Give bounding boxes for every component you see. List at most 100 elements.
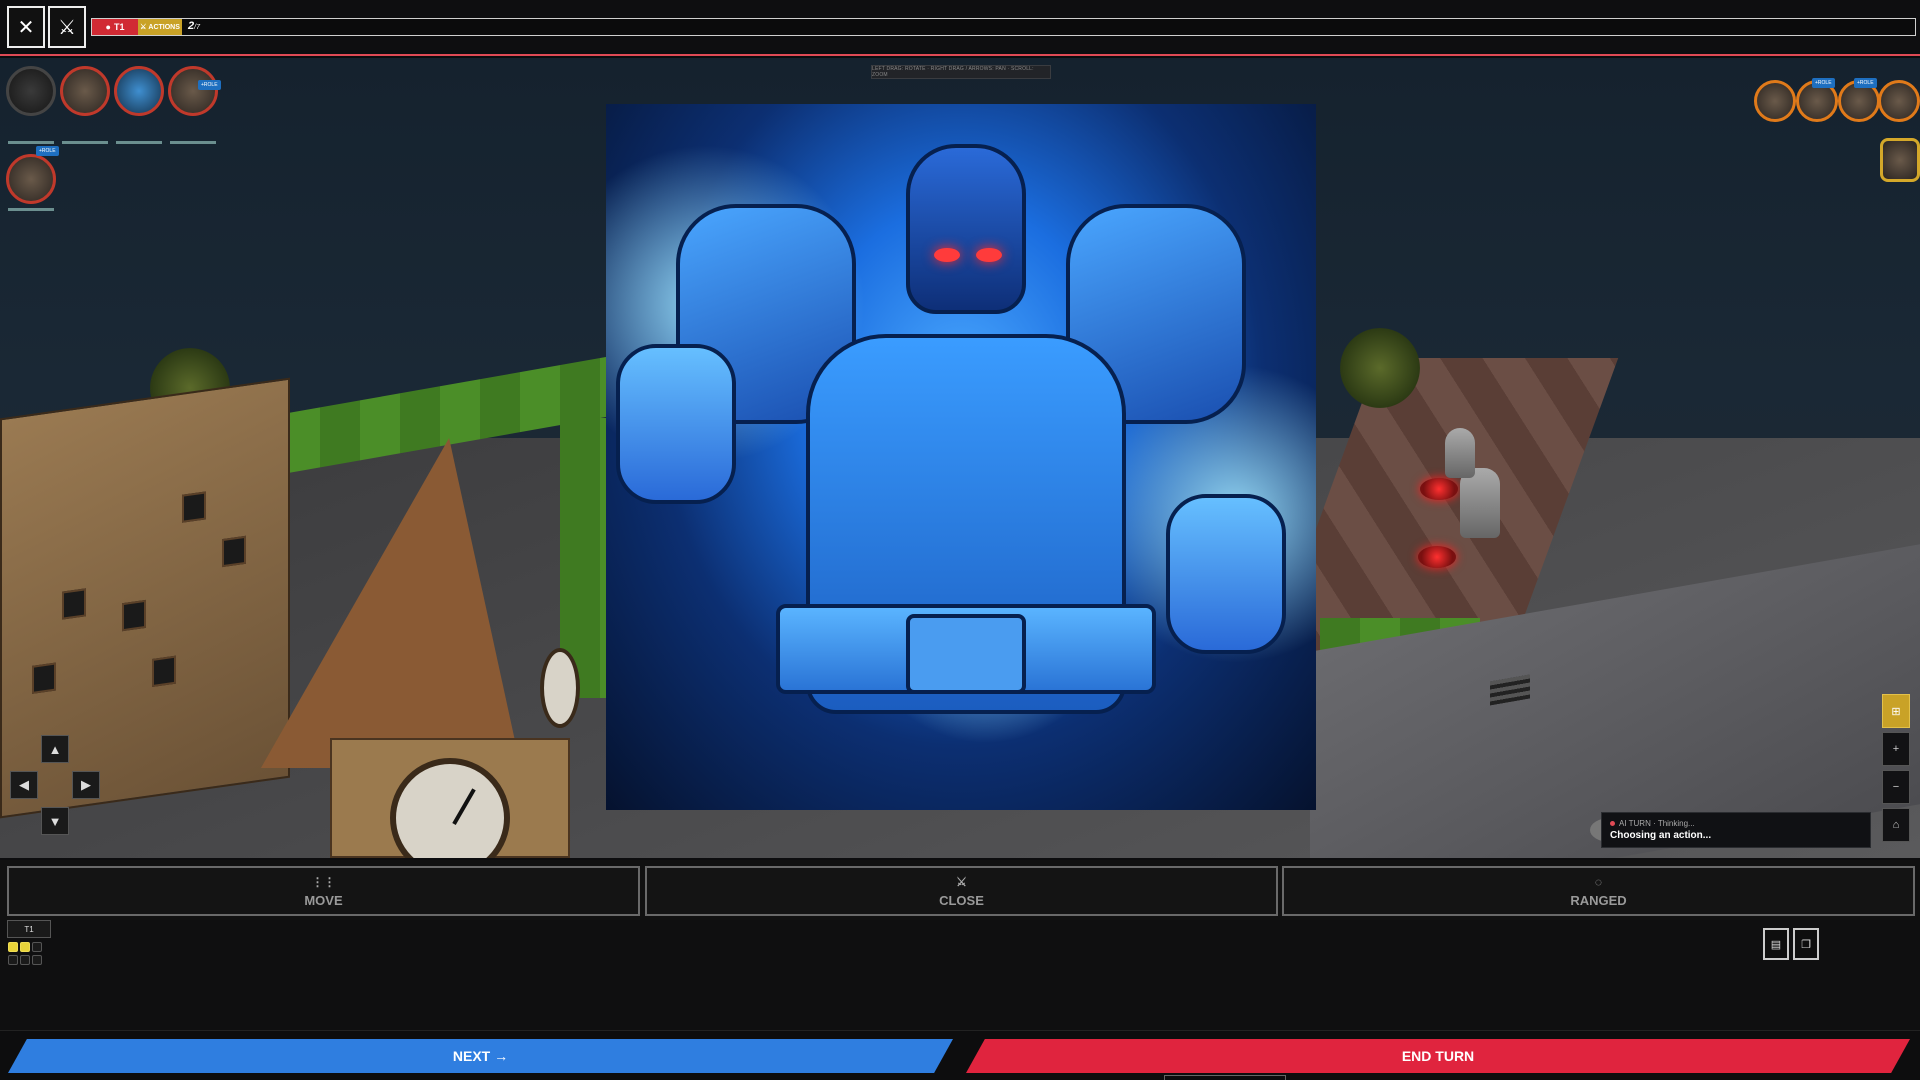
token-health-bar bbox=[62, 141, 108, 144]
turn-info-panel: T1 ▤ ❐ bbox=[0, 920, 1920, 1030]
mech-eye bbox=[976, 248, 1002, 262]
arrow-left-icon: ◀ bbox=[19, 777, 29, 792]
ranged-attack-button[interactable]: ◌ RANGED bbox=[1282, 866, 1915, 916]
mech-head bbox=[906, 144, 1026, 314]
close-button[interactable]: ✕ bbox=[7, 6, 45, 48]
round-total: /7 bbox=[194, 24, 200, 31]
arrow-down-icon: ▼ bbox=[48, 813, 62, 829]
log-button[interactable]: ▤ bbox=[1763, 928, 1789, 960]
end-turn-button[interactable]: END TURN bbox=[966, 1039, 1910, 1073]
close-icon: ✕ bbox=[17, 16, 35, 39]
actions-label: ACTIONS bbox=[148, 23, 180, 31]
turn-status-bar: ● T1 ⚔ ACTIONS 2/7 bbox=[91, 18, 1916, 36]
mech-fist-right bbox=[1166, 494, 1286, 654]
ai-turn-panel: AI TURN · Thinking... Choosing an action… bbox=[1601, 812, 1871, 848]
footer: NEXT → END TURN bbox=[0, 1030, 1920, 1080]
camera-hint: LEFT DRAG: ROTATE · RIGHT DRAG / ARROWS:… bbox=[871, 65, 1051, 79]
enemy-roster-token[interactable] bbox=[1754, 80, 1796, 122]
grid-icon: ⊞ bbox=[1891, 705, 1901, 718]
window bbox=[152, 655, 176, 688]
zoom-out-button[interactable]: − bbox=[1882, 770, 1910, 804]
minus-icon: − bbox=[1892, 781, 1900, 793]
pan-right-button[interactable]: ▶ bbox=[72, 771, 100, 799]
ai-status-line: AI TURN · Thinking... bbox=[1610, 819, 1862, 828]
enemy-marker[interactable] bbox=[1418, 546, 1456, 568]
action-pip bbox=[8, 955, 18, 965]
pan-up-button[interactable]: ▲ bbox=[41, 735, 69, 763]
window bbox=[122, 599, 146, 632]
game-board[interactable]: LEFT DRAG: ROTATE · RIGHT DRAG / ARROWS:… bbox=[0, 58, 1920, 858]
next-button[interactable]: NEXT → bbox=[8, 1039, 953, 1073]
top-bar: ✕ ⚔ ● T1 ⚔ ACTIONS 2/7 bbox=[0, 0, 1920, 56]
action-bar: ⋮⋮ MOVE ⚔ CLOSE ◌ RANGED bbox=[0, 860, 1920, 920]
token-tag: +ROLE bbox=[198, 80, 221, 90]
roster-token[interactable] bbox=[60, 66, 110, 116]
crosshair-icon: ◌ bbox=[1594, 874, 1603, 889]
zoom-in-button[interactable]: + bbox=[1882, 732, 1910, 766]
move-button[interactable]: ⋮⋮ MOVE bbox=[7, 866, 640, 916]
window bbox=[182, 491, 206, 523]
combat-mode-button[interactable]: ⚔ bbox=[48, 6, 86, 48]
close-label: CLOSE bbox=[939, 892, 984, 908]
home-icon: ⌂ bbox=[1892, 819, 1900, 831]
footer-tab[interactable] bbox=[1164, 1075, 1286, 1080]
token-tag: +ROLE bbox=[36, 146, 59, 156]
ranged-label: RANGED bbox=[1570, 892, 1627, 908]
swords-icon: ⚔ bbox=[58, 16, 76, 39]
roster-token[interactable] bbox=[6, 154, 56, 204]
team-label: T1 bbox=[113, 22, 125, 32]
ai-status-dot bbox=[1610, 821, 1615, 826]
token-health-bar bbox=[8, 208, 54, 211]
swords-icon: ⚔ bbox=[956, 874, 967, 889]
reset-view-button[interactable]: ⌂ bbox=[1882, 808, 1910, 842]
token-health-bar bbox=[116, 141, 162, 144]
tree bbox=[1340, 328, 1420, 408]
close-attack-button[interactable]: ⚔ CLOSE bbox=[645, 866, 1278, 916]
action-pip bbox=[20, 955, 30, 965]
enemy-roster-token[interactable] bbox=[1878, 80, 1920, 122]
roster-token[interactable] bbox=[168, 66, 218, 116]
token-health-bar bbox=[8, 141, 54, 144]
mech-fist-left bbox=[616, 344, 736, 504]
arrow-right-icon: ▶ bbox=[81, 777, 91, 792]
window bbox=[62, 588, 86, 620]
action-pip bbox=[32, 942, 42, 952]
pan-left-button[interactable]: ◀ bbox=[10, 771, 38, 799]
mech-eye bbox=[934, 248, 960, 262]
team-badge: ● T1 bbox=[92, 19, 138, 35]
grid-toggle-button[interactable]: ⊞ bbox=[1882, 694, 1910, 728]
roster-token[interactable] bbox=[6, 66, 56, 116]
round-counter: 2/7 bbox=[188, 20, 200, 32]
pan-down-button[interactable]: ▼ bbox=[41, 807, 69, 835]
plus-icon: + bbox=[1892, 743, 1900, 755]
swords-small-icon: ⚔ bbox=[140, 24, 147, 31]
book-icon: ❐ bbox=[1801, 938, 1811, 951]
action-pip bbox=[32, 955, 42, 965]
window bbox=[32, 662, 56, 694]
game-screen: ✕ ⚔ ● T1 ⚔ ACTIONS 2/7 LEFT DRAG: ROTATE… bbox=[0, 0, 1920, 1080]
mech-belt-buckle bbox=[906, 614, 1026, 694]
turn-tag: T1 bbox=[7, 920, 51, 938]
team-dot-icon: ● bbox=[105, 22, 111, 32]
rules-button[interactable]: ❐ bbox=[1793, 928, 1819, 960]
enemy-roster-token[interactable] bbox=[1880, 138, 1920, 182]
token-tag: +ROLE bbox=[1854, 78, 1877, 88]
window bbox=[222, 535, 246, 568]
arrow-up-icon: ▲ bbox=[48, 741, 62, 757]
character-card[interactable] bbox=[606, 104, 1316, 810]
scroll-icon: ▤ bbox=[1770, 938, 1782, 951]
enemy-figure[interactable] bbox=[1460, 468, 1500, 538]
enemy-figure[interactable] bbox=[1445, 428, 1475, 478]
ai-status: AI TURN · Thinking... bbox=[1619, 819, 1695, 828]
move-label: MOVE bbox=[304, 892, 343, 908]
actions-badge: ⚔ ACTIONS bbox=[138, 19, 182, 35]
footprints-icon: ⋮⋮ bbox=[311, 874, 336, 889]
ai-message: Choosing an action... bbox=[1610, 830, 1712, 841]
clock-face-side bbox=[540, 648, 580, 728]
token-health-bar bbox=[170, 141, 216, 144]
token-tag: +ROLE bbox=[1812, 78, 1835, 88]
action-pip bbox=[8, 942, 18, 952]
enemy-marker[interactable] bbox=[1420, 478, 1458, 500]
action-pip bbox=[20, 942, 30, 952]
roster-token[interactable] bbox=[114, 66, 164, 116]
